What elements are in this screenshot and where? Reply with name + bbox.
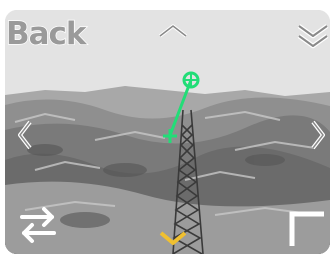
swap-arrows-icon[interactable] <box>16 203 60 247</box>
chevron-up-icon[interactable] <box>156 20 190 42</box>
target-line <box>167 79 193 139</box>
corner-bracket-icon[interactable] <box>284 206 328 250</box>
chevron-down-icon[interactable] <box>158 228 188 250</box>
back-button[interactable]: Back <box>5 15 87 53</box>
chevron-right-icon[interactable] <box>307 118 329 152</box>
chevron-left-icon[interactable] <box>14 118 36 152</box>
double-chevron-down-icon[interactable] <box>295 18 331 54</box>
